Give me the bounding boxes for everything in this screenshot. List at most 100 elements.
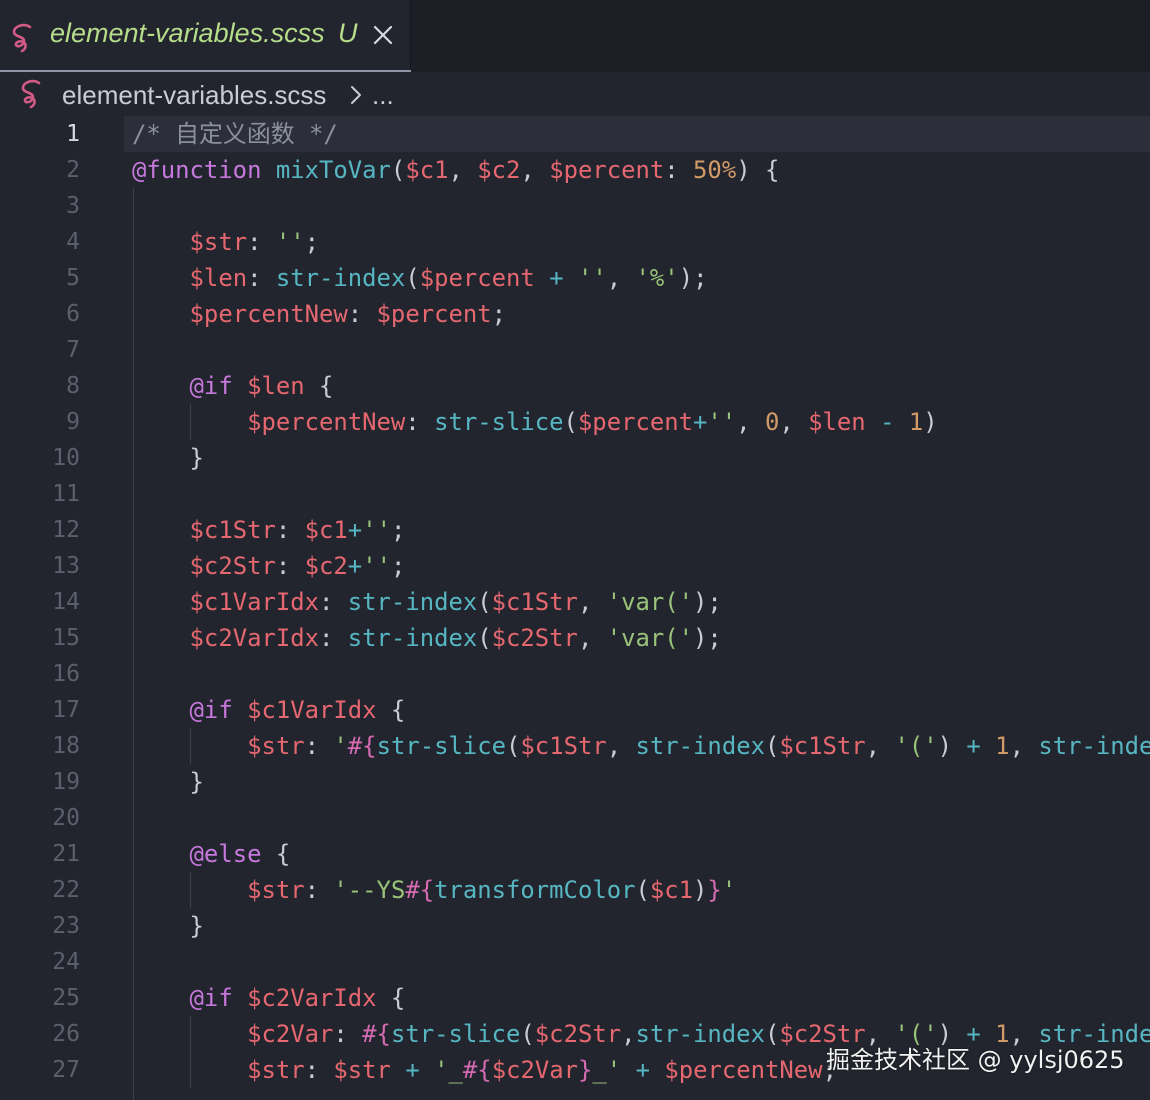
code-line[interactable]: 19 }	[0, 764, 1150, 800]
code-token: str-index	[347, 624, 478, 652]
line-number: 1	[66, 121, 80, 147]
line-number: 22	[52, 877, 80, 903]
sass-icon	[10, 22, 38, 54]
code-line[interactable]: 16	[0, 656, 1150, 692]
code-token: {	[376, 984, 406, 1012]
code-token: @if	[189, 372, 233, 400]
code-line[interactable]: 22 $str: '--YS#{transformColor($c1)}'	[0, 872, 1150, 908]
code-token: $c2Str	[534, 1020, 622, 1048]
line-number: 25	[52, 985, 80, 1011]
code-token: ,	[577, 588, 607, 616]
code-line[interactable]: 13 $c2Str: $c2+'';	[0, 548, 1150, 584]
code-text: $str: '--YS#{transformColor($c1)}'	[132, 872, 736, 908]
line-number: 2	[66, 157, 80, 183]
code-token: -	[880, 408, 895, 436]
code-token: '	[721, 876, 737, 904]
code-token: );	[693, 624, 722, 652]
code-text: $len: str-index($percent + '', '%');	[132, 260, 708, 296]
code-token: ,	[621, 1020, 636, 1048]
code-line[interactable]: 6 $percentNew: $percent;	[0, 296, 1150, 332]
code-line[interactable]: 4 $str: '';	[0, 224, 1150, 260]
indent-guide	[190, 728, 191, 764]
code-token: (	[477, 588, 492, 616]
code-line[interactable]: 17 @if $c1VarIdx {	[0, 692, 1150, 728]
code-token: );	[693, 588, 722, 616]
tab-element-variables[interactable]: element-variables.scss U	[0, 0, 411, 72]
line-number: 17	[52, 697, 80, 723]
code-token: str-slice	[434, 408, 564, 436]
code-line[interactable]: 15 $c2VarIdx: str-index($c2Str, 'var(');	[0, 620, 1150, 656]
code-token: #{	[405, 876, 435, 904]
code-token: '('	[894, 732, 938, 760]
code-token: '%'	[635, 264, 679, 292]
code-line[interactable]: 5 $len: str-index($percent + '', '%');	[0, 260, 1150, 296]
breadcrumb-more[interactable]: ...	[372, 80, 394, 111]
code-line[interactable]: 8 @if $len {	[0, 368, 1150, 404]
code-token: 'var('	[606, 588, 694, 616]
code-line[interactable]: 24	[0, 944, 1150, 980]
code-token: #{	[347, 732, 377, 760]
line-number: 20	[52, 805, 80, 831]
code-line[interactable]: 7	[0, 332, 1150, 368]
code-token: (	[563, 408, 578, 436]
code-token: $c2Var	[247, 1020, 334, 1048]
code-token: $len	[808, 408, 866, 436]
code-token: :	[304, 732, 334, 760]
code-token: '_	[434, 1056, 463, 1084]
code-token: $c1Str	[491, 588, 578, 616]
code-token: #{	[362, 1020, 391, 1048]
code-token: (	[390, 156, 406, 184]
code-token: ,	[865, 732, 895, 760]
code-token: }	[132, 768, 204, 796]
code-token: 1	[908, 408, 924, 436]
code-token: }	[578, 1056, 593, 1084]
code-token: +	[635, 1056, 650, 1084]
code-token: $c1VarIdx	[189, 588, 319, 616]
line-number: 21	[52, 841, 80, 867]
code-area[interactable]: 1/* 自定义函数 */2 @function mixToVar($c1, $c2…	[0, 116, 1150, 1100]
code-token: str-slice	[390, 1020, 521, 1048]
line-number: 11	[52, 481, 80, 507]
code-token: $percent	[577, 408, 693, 436]
line-number: 12	[52, 517, 80, 543]
code-token: +	[966, 732, 981, 760]
sass-icon	[19, 78, 47, 110]
code-line[interactable]: 14 $c1VarIdx: str-index($c1Str, 'var(');	[0, 584, 1150, 620]
code-line[interactable]: 11	[0, 476, 1150, 512]
code-token: str-slice	[376, 732, 507, 760]
code-line[interactable]: 3	[0, 188, 1150, 224]
close-icon[interactable]	[370, 22, 396, 48]
code-line[interactable]: 12 $c1Str: $c1+'';	[0, 512, 1150, 548]
code-token: $len	[189, 264, 248, 292]
code-token: (	[506, 732, 521, 760]
code-token: :	[304, 876, 334, 904]
code-line[interactable]: 9 $percentNew: str-slice($percent+'', 0,…	[0, 404, 1150, 440]
code-token: $percentNew	[189, 300, 348, 328]
code-token: :	[247, 264, 276, 292]
breadcrumb-file[interactable]: element-variables.scss	[62, 80, 326, 111]
code-token: $str	[189, 228, 248, 256]
code-line[interactable]: 1 /* 自定义函数 */	[0, 116, 1150, 152]
code-line[interactable]: 23 }	[0, 908, 1150, 944]
code-token: }	[132, 912, 204, 940]
code-token: )	[693, 876, 708, 904]
code-line[interactable]: 25 @if $c2VarIdx {	[0, 980, 1150, 1016]
code-token: {	[376, 696, 406, 724]
code-token: (	[520, 1020, 535, 1048]
code-line[interactable]: 2 @function mixToVar($c1, $c2, $percent: …	[0, 152, 1150, 188]
code-line[interactable]: 10 }	[0, 440, 1150, 476]
code-token: {	[261, 840, 291, 868]
code-token: ''	[707, 408, 737, 436]
code-token: $str	[247, 732, 305, 760]
code-line[interactable]: 21 @else {	[0, 836, 1150, 872]
code-token: +	[693, 408, 708, 436]
code-line[interactable]: 18 $str: '#{str-slice($c1Str, str-index(…	[0, 728, 1150, 764]
code-token: (	[477, 624, 492, 652]
code-line[interactable]: 20	[0, 800, 1150, 836]
code-text: }	[132, 908, 204, 944]
